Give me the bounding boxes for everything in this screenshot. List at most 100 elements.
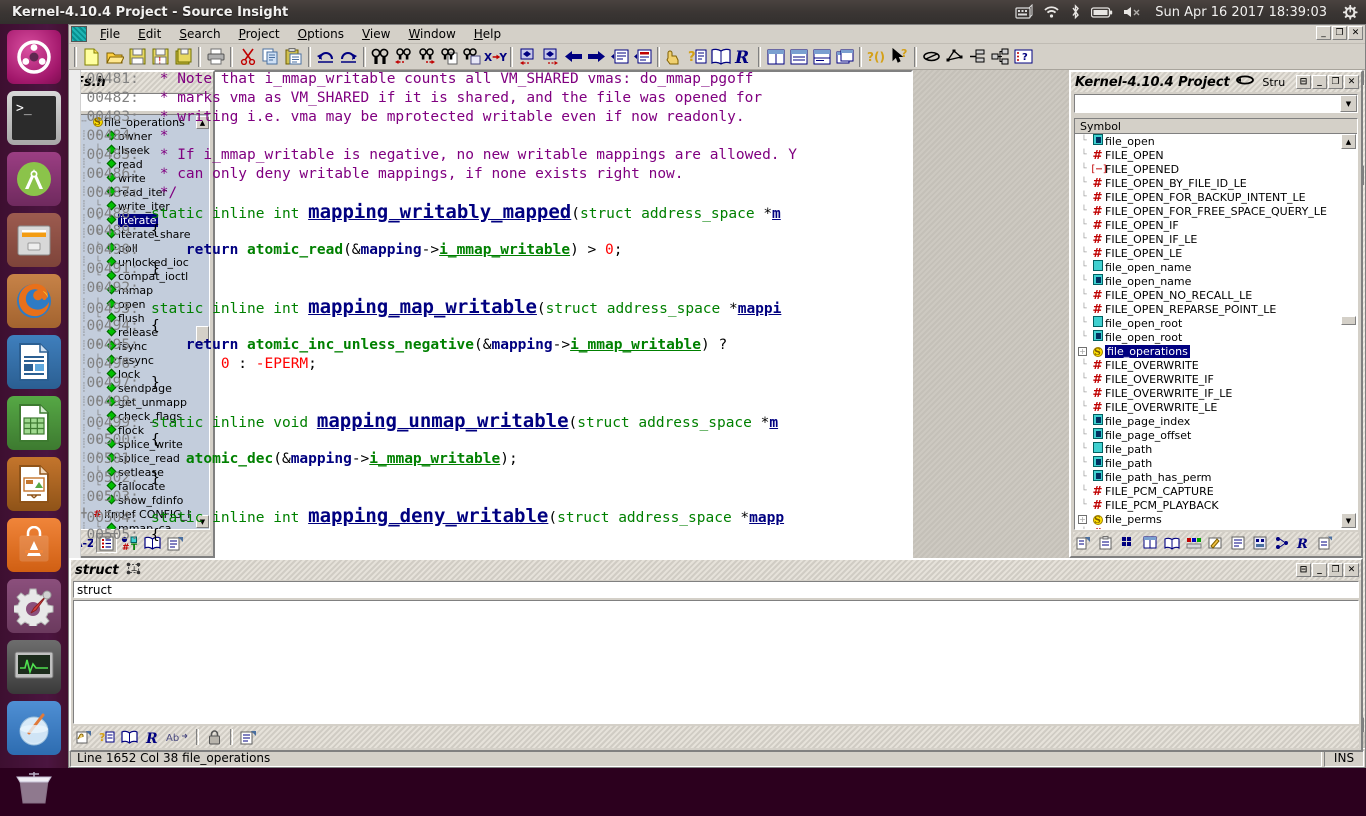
browse-project-symbols-icon[interactable] [709, 46, 732, 68]
struct-panel-close-button[interactable]: ✕ [1344, 563, 1359, 577]
menu-edit[interactable]: Edit [129, 25, 170, 43]
symbol-list-item[interactable]: └ file_path_has_perm [1075, 470, 1357, 484]
terminal-icon[interactable]: >_ [7, 91, 61, 145]
custom-icon[interactable]: ? [1012, 46, 1035, 68]
symbol-list-item[interactable]: └ # FILE_OPEN_IF [1075, 218, 1357, 232]
ubuntu-dash-icon[interactable] [7, 30, 61, 84]
menu-search[interactable]: Search [170, 25, 229, 43]
find-references-icon[interactable] [461, 46, 484, 68]
symbol-colors-icon[interactable] [1183, 533, 1204, 553]
clock[interactable]: Sun Apr 16 2017 18:39:03 [1151, 5, 1331, 20]
jump-to-caller-icon[interactable] [631, 46, 654, 68]
symbol-panel-title-bar[interactable]: Kernel-4.10.4 Project Stru ⊟ _ ❐ ✕ [1071, 72, 1361, 92]
menu-window[interactable]: Window [399, 25, 464, 43]
struct-search-input[interactable]: struct [73, 581, 1359, 598]
symbol-list-header[interactable]: Symbol [1075, 119, 1357, 134]
battery-icon[interactable] [1091, 0, 1113, 24]
wine-icon[interactable] [7, 701, 61, 755]
libreoffice-writer-icon[interactable] [7, 335, 61, 389]
toolbar[interactable]: !! XY ? R ?() ? [69, 44, 1365, 70]
symbol-info-icon[interactable]: ? [96, 727, 117, 747]
symbol-list-item[interactable]: └ file_path [1075, 456, 1357, 470]
struct-panel-maximize-button[interactable]: ❐ [1328, 563, 1343, 577]
replace-icon[interactable]: XY [484, 46, 507, 68]
menu-project[interactable]: Project [230, 25, 289, 43]
libreoffice-impress-icon[interactable] [7, 457, 61, 511]
save-as-icon[interactable]: !! [149, 46, 172, 68]
new-file-icon[interactable] [80, 46, 103, 68]
draw-ellipse-icon[interactable] [920, 46, 943, 68]
symbol-list-item[interactable]: └ file_open_root [1075, 330, 1357, 344]
symbol-info-icon[interactable]: ? [686, 46, 709, 68]
clipboard-icon[interactable] [1095, 533, 1116, 553]
symbol-panel-window-buttons[interactable]: ⊟ _ ❐ ✕ [1295, 75, 1361, 89]
properties-icon[interactable] [238, 727, 259, 747]
relation-icon[interactable]: R [142, 727, 163, 747]
draw-polygon-icon[interactable] [943, 46, 966, 68]
lock-icon[interactable] [204, 727, 225, 747]
reference-icon[interactable]: R [1293, 533, 1314, 553]
symbol-list-item[interactable]: + Sfile_operations [1075, 344, 1357, 358]
wifi-icon[interactable] [1043, 0, 1060, 24]
system-monitor-icon[interactable] [7, 640, 61, 694]
outdent-icon[interactable] [966, 46, 989, 68]
find-previous-icon[interactable] [392, 46, 415, 68]
outline-b-icon[interactable] [1249, 533, 1270, 553]
save-all-icon[interactable] [172, 46, 195, 68]
symbol-list-item[interactable]: └ # FILE_OPEN_FOR_FREE_SPACE_QUERY_LE [1075, 204, 1357, 218]
paste-icon[interactable] [282, 46, 305, 68]
symbol-scroll-up-button[interactable]: ▲ [1341, 134, 1356, 149]
indent-icon[interactable] [989, 46, 1012, 68]
symbol-expander[interactable]: + [1078, 346, 1087, 356]
code-editor-window[interactable]: 00481: * Note that i_mmap_writable count… [69, 70, 1365, 748]
firefox-icon[interactable] [7, 274, 61, 328]
symbol-list-item[interactable]: └ file_page_index [1075, 414, 1357, 428]
symbol-panel-close-button[interactable]: ✕ [1343, 75, 1359, 89]
symbol-list-item[interactable]: └#FILE_PERSISTENT_ACLS [1075, 526, 1357, 529]
symbol-list-item[interactable]: └ # FILE_PCM_CAPTURE [1075, 484, 1357, 498]
open-file-icon[interactable] [103, 46, 126, 68]
unity-launcher[interactable]: >_ [0, 24, 68, 804]
struct-panel-window-buttons[interactable]: ⊟ _ ❐ ✕ [1296, 563, 1361, 577]
ubuntu-software-icon[interactable] [7, 518, 61, 572]
menu-view[interactable]: View [353, 25, 399, 43]
copy-icon[interactable] [259, 46, 282, 68]
symbol-list-item[interactable]: └ file_open_name [1075, 260, 1357, 274]
jump-to-definition-icon[interactable] [608, 46, 631, 68]
symbol-list-item[interactable]: └ file_path [1075, 442, 1357, 456]
bluetooth-icon[interactable] [1070, 0, 1081, 24]
menu-options[interactable]: Options [289, 25, 353, 43]
symbol-list-item[interactable]: └ file_open_name [1075, 274, 1357, 288]
struct-panel-title-bar[interactable]: struct ⊥ ⊟ _ ❐ ✕ [71, 560, 1361, 580]
system-settings-icon[interactable] [7, 579, 61, 633]
relation-icon[interactable] [1271, 533, 1292, 553]
symbol-filter-value[interactable] [1075, 95, 1340, 112]
outline-a-icon[interactable] [1227, 533, 1248, 553]
new-window-icon[interactable] [1315, 533, 1336, 553]
symbol-scroll-down-button[interactable]: ▼ [1341, 513, 1356, 528]
undo-icon[interactable] [314, 46, 337, 68]
symbol-rows[interactable]: └ file_open └ # FILE_OPEN └ [⋯] FILE_OPENED └ # FI… [1075, 134, 1357, 529]
menu-file[interactable]: FFileile [91, 25, 129, 43]
symbol-panel-tab-label[interactable]: Stru [1262, 76, 1288, 89]
struct-panel-dock-button[interactable]: ⊟ [1296, 563, 1311, 577]
symbol-list-item[interactable]: └ # FILE_OVERWRITE_IF [1075, 372, 1357, 386]
symbol-list-item[interactable]: └ # FILE_OPEN_NO_RECALL_LE [1075, 288, 1357, 302]
trash-icon[interactable] [7, 762, 61, 816]
grid-icon[interactable] [1117, 533, 1138, 553]
symbol-list-item[interactable]: └ # FILE_OPEN_IF_LE [1075, 232, 1357, 246]
symbol-panel-minimize-button[interactable]: _ [1311, 75, 1327, 89]
symbol-list[interactable]: Symbol └ file_open └ # FILE_OPEN └ [⋯] FILE_OPE… [1074, 118, 1358, 530]
tile-icon[interactable] [1139, 533, 1160, 553]
keyboard-icon[interactable] [1015, 0, 1033, 24]
symbol-panel-dock-button[interactable]: ⊟ [1295, 75, 1311, 89]
find-next-icon[interactable] [415, 46, 438, 68]
shift-left-icon[interactable] [516, 46, 539, 68]
cascade-icon[interactable] [833, 46, 856, 68]
struct-relation-canvas[interactable] [73, 600, 1359, 724]
close-button[interactable]: ✕ [1348, 26, 1363, 40]
libreoffice-calc-icon[interactable] [7, 396, 61, 450]
parameter-info-icon[interactable]: ?() [865, 46, 888, 68]
symbol-list-item[interactable]: + Sfile_perms [1075, 512, 1357, 526]
symbol-list-item[interactable]: └ # FILE_PCM_PLAYBACK [1075, 498, 1357, 512]
